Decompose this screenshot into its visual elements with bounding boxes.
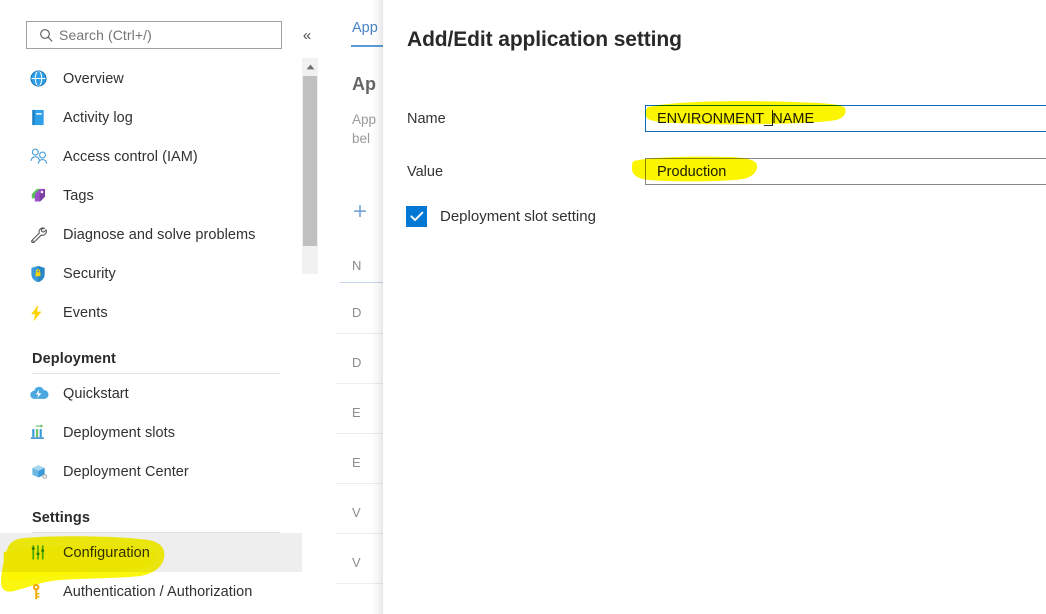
tab-application-settings[interactable]: App [352, 20, 378, 36]
new-application-setting-button[interactable]: + [353, 200, 367, 224]
box-icon [30, 462, 54, 482]
search-icon [33, 28, 59, 43]
scrollbar-thumb[interactable] [303, 76, 317, 246]
table-row[interactable]: E [352, 405, 361, 420]
name-field-value: ENVIRONMENT_NAME [657, 110, 815, 127]
table-row[interactable]: D [352, 305, 361, 320]
add-edit-application-setting-dialog: Add/Edit application setting Name ENVIRO… [383, 0, 1046, 614]
row-divider [336, 533, 390, 534]
azure-portal-screen: Ap Search (Ctrl+/) « [0, 0, 1046, 614]
shield-lock-icon [30, 264, 54, 284]
sidebar-item-label: Events [63, 304, 108, 321]
wrench-icon [30, 225, 54, 245]
bar-chart-icon [30, 423, 54, 443]
row-divider [336, 333, 390, 334]
blade-heading: Ap [352, 74, 376, 94]
resource-menu-sidebar: Search (Ctrl+/) « Overview Activity log … [0, 0, 322, 614]
sliders-icon [30, 543, 54, 563]
section-title: Settings [32, 510, 90, 526]
sidebar-item-label: Security [63, 265, 116, 282]
value-field-value: Production [657, 163, 727, 180]
dialog-title: Add/Edit application setting [407, 28, 682, 51]
sidebar-item-label: Diagnose and solve problems [63, 226, 256, 243]
globe-icon [30, 69, 54, 89]
sidebar-item-label: Deployment Center [63, 463, 189, 480]
row-divider [336, 483, 390, 484]
table-row[interactable]: V [352, 505, 361, 520]
sidebar-item-tags[interactable]: Tags [0, 176, 302, 215]
sidebar-scrollbar[interactable] [302, 58, 318, 274]
key-icon [30, 582, 54, 602]
sidebar-item-label: Tags [63, 187, 94, 204]
row-divider [336, 583, 390, 584]
sidebar-item-label: Activity log [63, 109, 133, 126]
sidebar-item-authentication[interactable]: Authentication / Authorization [0, 572, 302, 611]
search-placeholder: Search (Ctrl+/) [59, 27, 152, 43]
deployment-slot-setting-checkbox-row[interactable]: Deployment slot setting [406, 206, 596, 227]
column-header-name: N [352, 258, 362, 273]
sidebar-item-diagnose[interactable]: Diagnose and solve problems [0, 215, 302, 254]
table-row[interactable]: V [352, 555, 361, 570]
sidebar-item-overview[interactable]: Overview [0, 59, 302, 98]
sidebar-item-security[interactable]: Security [0, 254, 302, 293]
name-label: Name [407, 111, 446, 127]
sidebar-item-deployment-center[interactable]: Deployment Center [0, 452, 302, 491]
sidebar-item-access-control[interactable]: Access control (IAM) [0, 137, 302, 176]
collapse-menu-button[interactable]: « [296, 24, 318, 46]
section-title: Deployment [32, 351, 116, 367]
sidebar-section-settings: Settings [0, 491, 302, 532]
name-field[interactable]: ENVIRONMENT_NAME [645, 105, 1046, 132]
checkbox-label: Deployment slot setting [440, 208, 596, 225]
value-label: Value [407, 164, 444, 180]
sidebar-item-events[interactable]: Events [0, 293, 302, 332]
search-input[interactable]: Search (Ctrl+/) [26, 21, 282, 49]
checkbox-checked-icon[interactable] [406, 206, 427, 227]
sidebar-item-label: Authentication / Authorization [63, 583, 253, 600]
sidebar-item-label: Deployment slots [63, 424, 176, 441]
sidebar-item-label: Quickstart [63, 385, 129, 402]
row-divider [336, 433, 390, 434]
table-row[interactable]: D [352, 355, 361, 370]
table-row[interactable]: E [352, 455, 361, 470]
sidebar-item-activity-log[interactable]: Activity log [0, 98, 302, 137]
sidebar-item-configuration[interactable]: Configuration [0, 533, 302, 572]
people-icon [30, 147, 54, 167]
sidebar-item-label: Access control (IAM) [63, 148, 198, 165]
sidebar-item-quickstart[interactable]: Quickstart [0, 374, 302, 413]
sidebar-item-label: Configuration [63, 544, 150, 561]
sidebar-section-deployment: Deployment [0, 332, 302, 373]
value-field[interactable]: Production [645, 158, 1046, 185]
cloud-icon [30, 384, 54, 404]
scroll-up-arrow-icon[interactable] [302, 58, 318, 75]
tags-icon [30, 186, 54, 206]
sidebar-item-deployment-slots[interactable]: Deployment slots [0, 413, 302, 452]
sidebar-nav-list: Overview Activity log Access control (IA… [0, 59, 302, 611]
lightning-icon [30, 303, 54, 323]
application-settings-blade: App Ap App bel + N D D E E V V [322, 0, 390, 614]
row-divider [336, 383, 390, 384]
book-icon [30, 108, 54, 128]
sidebar-item-label: Overview [63, 70, 124, 87]
